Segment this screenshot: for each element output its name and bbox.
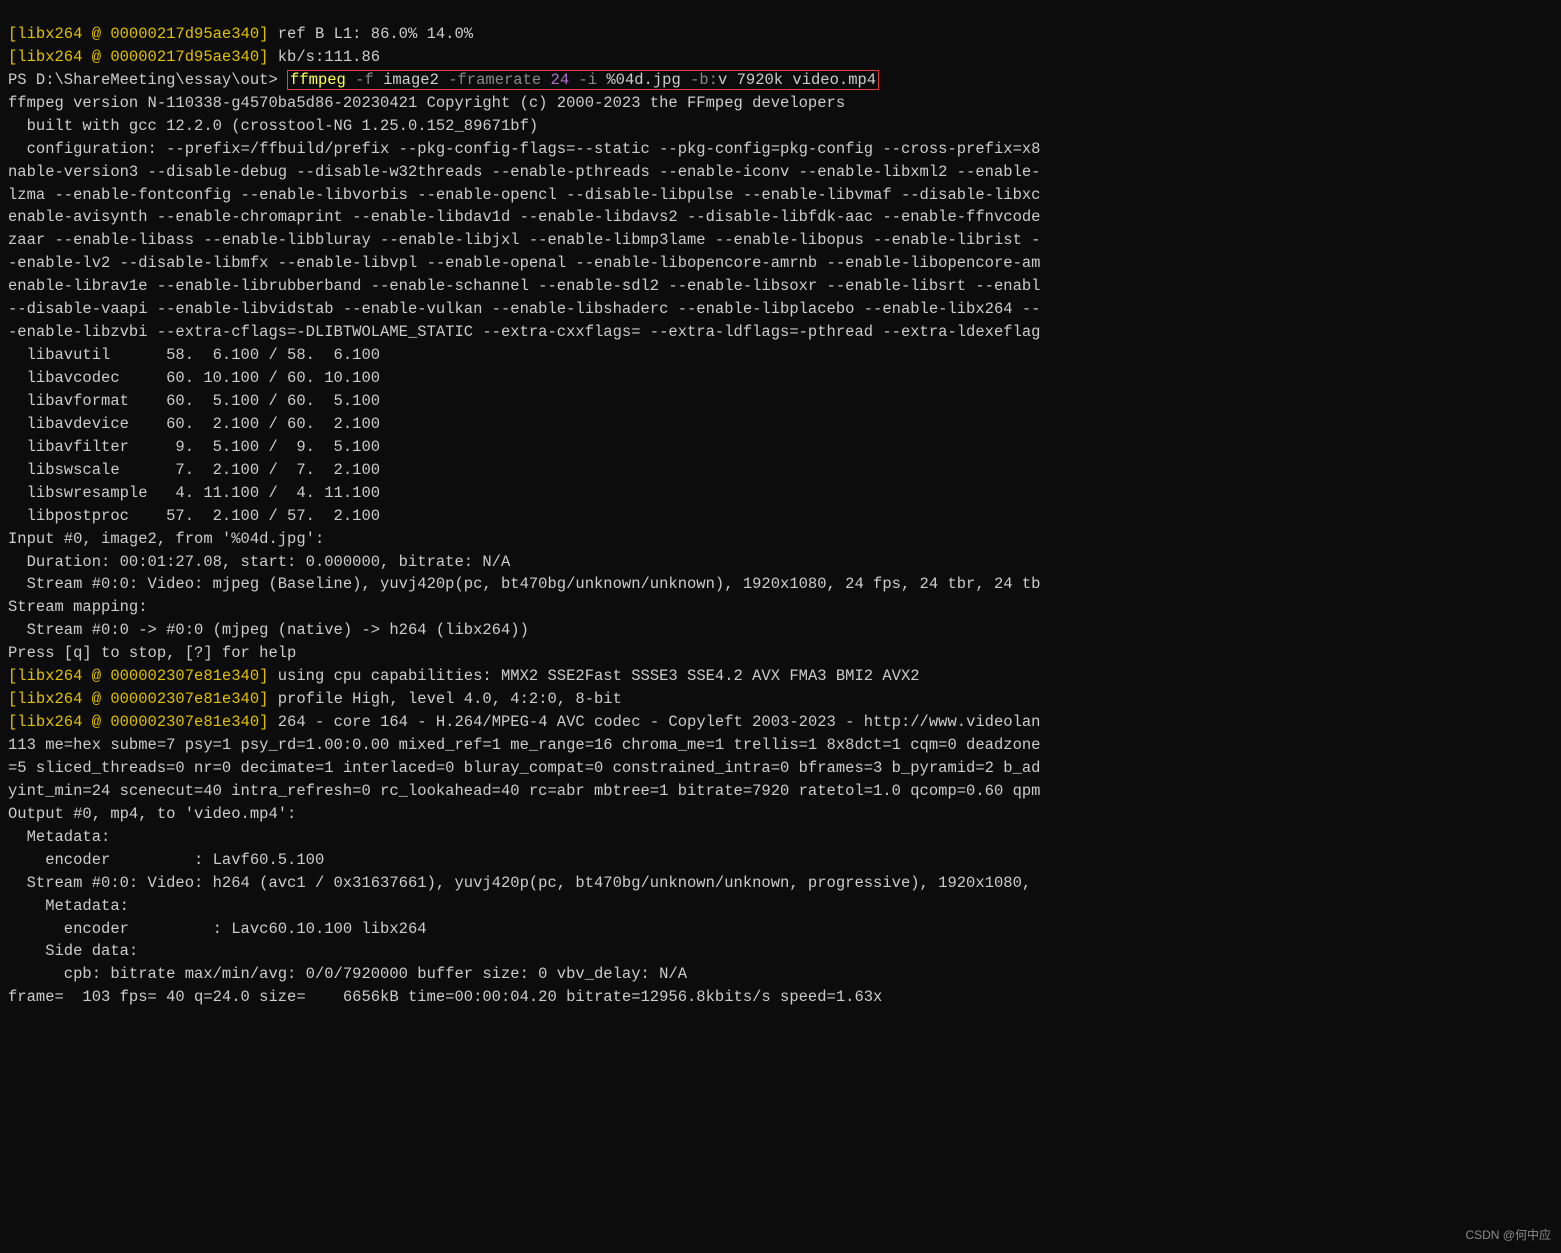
log-text: profile High, level 4.0, 4:2:0, 8-bit <box>268 690 621 708</box>
cmd-flag-framerate: -framerate <box>439 71 551 89</box>
cmd-bv: v 7920k video.mp4 <box>718 71 876 89</box>
libx264-tag: [libx264 @ 00000217d95ae340] <box>8 48 268 66</box>
ffmpeg-output-body: ffmpeg version N-110338-g4570ba5d86-2023… <box>8 94 1040 663</box>
cmd-24: 24 <box>551 71 570 89</box>
log-text: using cpu capabilities: MMX2 SSE2Fast SS… <box>268 667 919 685</box>
ffmpeg-command-highlight: ffmpeg -f image2 -framerate 24 -i %04d.j… <box>287 70 879 90</box>
cmd-image2: image2 <box>383 71 439 89</box>
cmd-pattern: %04d.jpg <box>606 71 680 89</box>
cmd-flag-i: -i <box>569 71 606 89</box>
cmd-flag-b: -b: <box>681 71 718 89</box>
libx264-tag: [libx264 @ 00000217d95ae340] <box>8 25 268 43</box>
log-text: 264 - core 164 - H.264/MPEG-4 AVC codec … <box>8 713 1040 1006</box>
log-text: ref B L1: 86.0% 14.0% <box>268 25 473 43</box>
libx264-tag: [libx264 @ 000002307e81e340] <box>8 713 268 731</box>
libx264-tag: [libx264 @ 000002307e81e340] <box>8 690 268 708</box>
watermark-text: CSDN @何中应 <box>1465 1227 1551 1245</box>
log-text: kb/s:111.86 <box>268 48 380 66</box>
ps-prompt: PS D:\ShareMeeting\essay\out> <box>8 71 287 89</box>
libx264-tag: [libx264 @ 000002307e81e340] <box>8 667 268 685</box>
terminal-output[interactable]: [libx264 @ 00000217d95ae340] ref B L1: 8… <box>0 0 1561 1009</box>
cmd-ffmpeg: ffmpeg <box>290 71 346 89</box>
cmd-flag-f: -f <box>346 71 383 89</box>
